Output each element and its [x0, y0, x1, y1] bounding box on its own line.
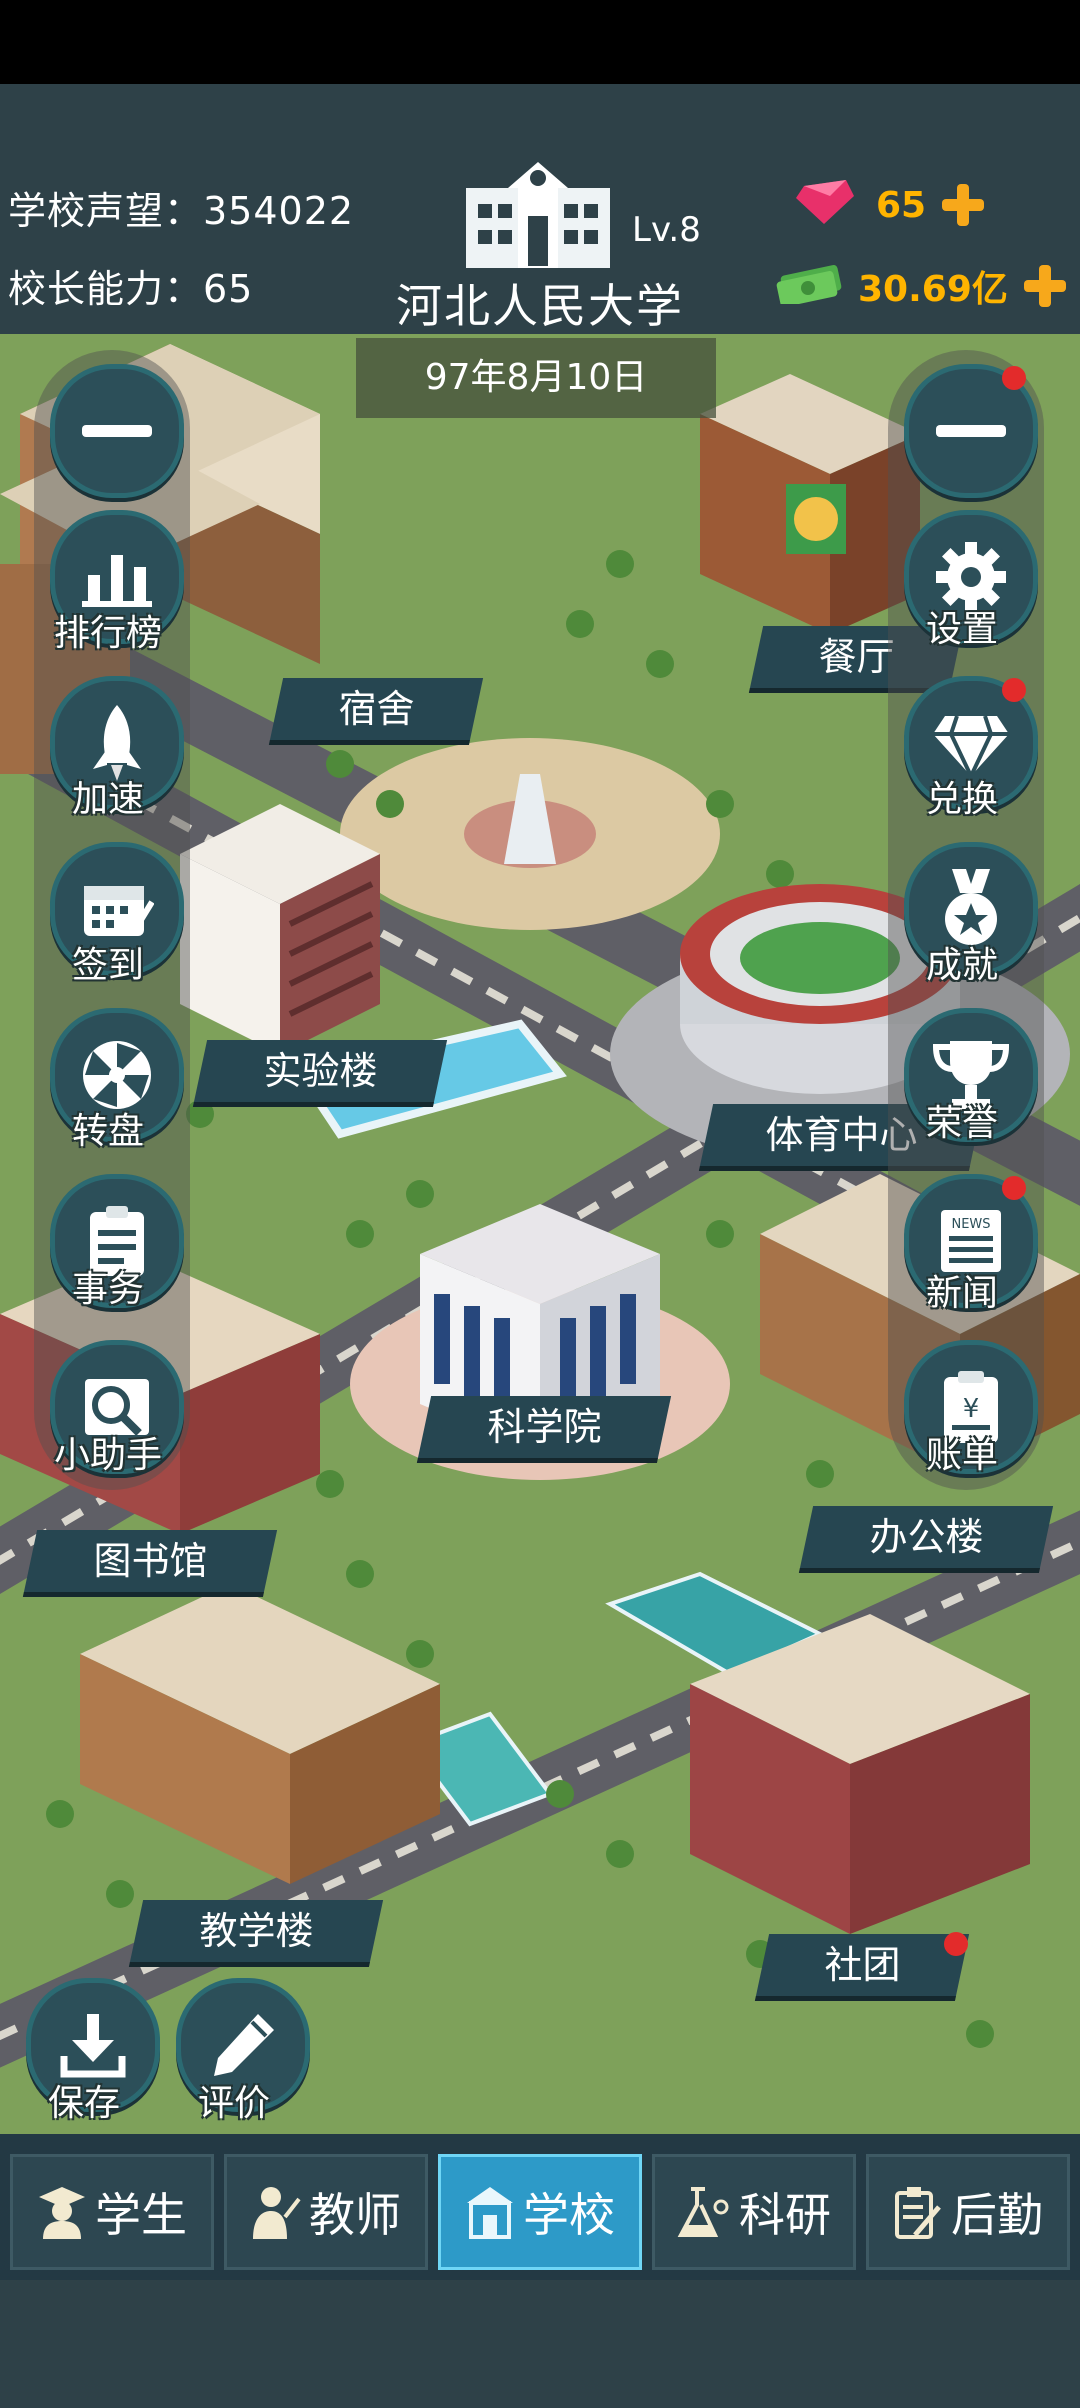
honor-label: 荣誉	[926, 1103, 999, 1144]
rate-label: 评价	[198, 2083, 271, 2124]
tab-school[interactable]: 学校	[438, 2154, 642, 2270]
affairs-label: 事务	[72, 1269, 145, 1310]
tab-logistics[interactable]: 后勤	[866, 2154, 1070, 2270]
flask-icon	[677, 2187, 729, 2237]
add-gems-button[interactable]	[940, 182, 986, 228]
school-icon	[467, 2187, 513, 2239]
exchange-label: 兑换	[926, 779, 999, 820]
logistics-icon	[895, 2187, 941, 2239]
reputation-text: 学校声望：354022	[8, 189, 355, 233]
club-notification-dot	[944, 1932, 968, 1956]
office-label[interactable]: 办公楼	[798, 1506, 1054, 1573]
library-label[interactable]: 图书馆	[22, 1530, 278, 1597]
helper-label: 小助手	[54, 1435, 163, 1476]
teaching-building[interactable]	[80, 1584, 440, 1884]
gem-counter: 65	[796, 180, 986, 228]
school-building-icon	[466, 162, 610, 268]
tab-teachers[interactable]: 教师	[224, 2154, 428, 2270]
teacher-icon	[253, 2187, 301, 2239]
news-notification-dot	[1002, 1176, 1026, 1200]
svg-text:¥: ¥	[963, 1394, 980, 1424]
tab-students-label: 学生	[95, 2188, 187, 2242]
achievement-label: 成就	[926, 945, 999, 986]
tab-research-label: 科研	[739, 2188, 831, 2242]
science-academy-label[interactable]: 科学院	[416, 1396, 672, 1463]
tab-students[interactable]: 学生	[10, 2154, 214, 2270]
save-label: 保存	[48, 2083, 121, 2124]
exchange-notification-dot	[1002, 678, 1026, 702]
cash-icon	[776, 264, 842, 304]
student-icon	[39, 2187, 85, 2239]
status-bar	[0, 0, 1080, 84]
bottom-filler	[0, 2280, 1080, 2408]
tab-teachers-label: 教师	[309, 2188, 401, 2242]
gem-icon	[796, 180, 854, 224]
money-counter: 30.69亿	[776, 260, 1068, 312]
date-banner: 97年8月10日	[356, 338, 716, 418]
speed-label: 加速	[72, 779, 145, 820]
wheel-label: 转盘	[72, 1111, 145, 1152]
settings-label: 设置	[926, 609, 999, 650]
level-badge: Lv.8	[632, 210, 701, 250]
bill-label: 账单	[926, 1435, 999, 1476]
svg-text:NEWS: NEWS	[951, 1217, 990, 1232]
top-bar: 学校声望：354022 校长能力：65 Lv.8 河北人民大学 65 30.69…	[0, 84, 1080, 334]
dormitory-label[interactable]: 宿舍	[268, 678, 484, 745]
bottom-navigation: 学生 教师 学校 科研 后勤	[0, 2134, 1080, 2280]
tab-school-label: 学校	[523, 2188, 615, 2242]
right-collapse-notification-dot	[1002, 366, 1026, 390]
gem-count: 65	[876, 184, 927, 226]
checkin-label: 签到	[72, 945, 145, 986]
lab-label[interactable]: 实验楼	[192, 1040, 448, 1107]
minus-icon	[55, 369, 179, 493]
money-count: 30.69亿	[858, 269, 1008, 310]
teaching-building-label[interactable]: 教学楼	[128, 1900, 384, 1967]
tab-logistics-label: 后勤	[951, 2188, 1043, 2242]
add-money-button[interactable]	[1022, 263, 1068, 309]
news-label: 新闻	[926, 1273, 999, 1314]
club-building[interactable]	[690, 1614, 1030, 1934]
tab-research[interactable]: 科研	[652, 2154, 856, 2270]
canteen-building[interactable]	[700, 374, 920, 634]
rank-label: 排行榜	[54, 613, 163, 654]
left-collapse-button[interactable]	[50, 364, 184, 498]
club-label[interactable]: 社团	[754, 1934, 970, 2001]
